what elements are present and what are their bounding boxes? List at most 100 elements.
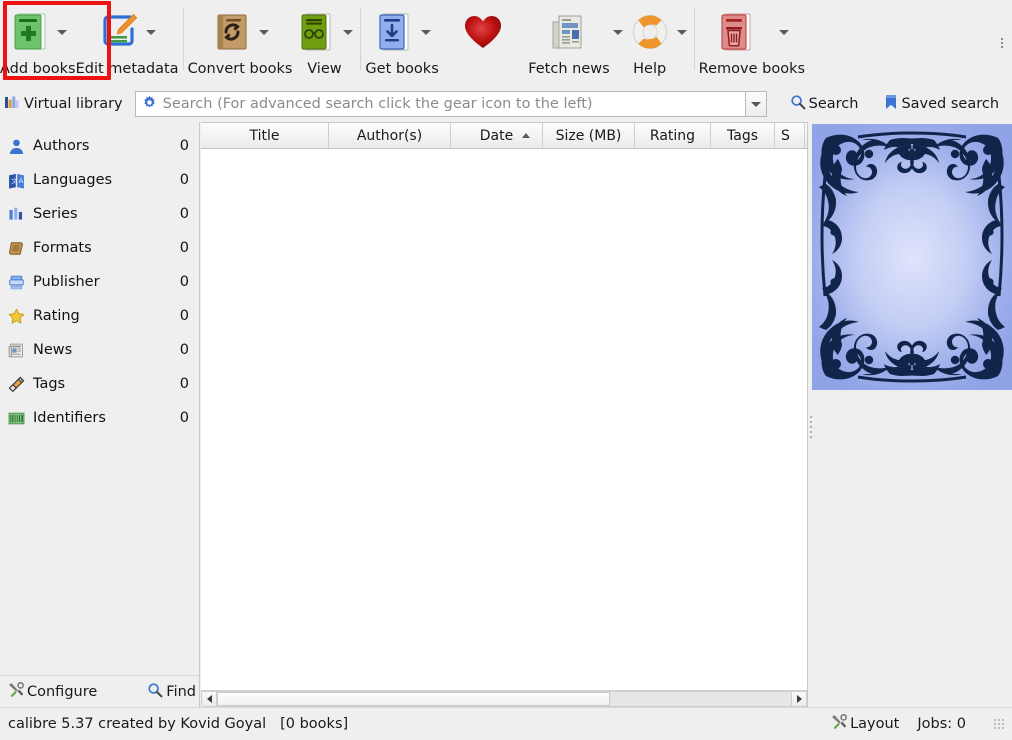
configure-label: Configure: [27, 683, 98, 700]
column-label-tags: Tags: [727, 127, 758, 144]
search-button[interactable]: Search: [783, 91, 866, 117]
remove-books-icon: [712, 8, 760, 56]
default-book-cover[interactable]: [812, 124, 1012, 390]
sidebar-item-authors[interactable]: Authors 0: [0, 129, 199, 163]
svg-text:文: 文: [11, 176, 18, 185]
sort-ascending-icon: [522, 133, 530, 138]
sidebar-count-publisher: 0: [179, 274, 189, 290]
view-menu-arrow[interactable]: [340, 4, 356, 60]
sidebar-count-formats: 0: [179, 240, 189, 256]
column-header-title[interactable]: Title: [201, 123, 329, 148]
toolbar-button-get-books[interactable]: Get books: [365, 0, 439, 86]
remove-books-menu-arrow[interactable]: [776, 4, 792, 60]
search-input[interactable]: Search (For advanced search click the ge…: [134, 91, 745, 117]
sidebar-item-languages[interactable]: 文 A Languages 0: [0, 163, 199, 197]
jobs-indicator[interactable]: Jobs: 0: [917, 716, 966, 732]
fetch-news-menu-arrow[interactable]: [610, 4, 626, 60]
column-label-title: Title: [249, 127, 280, 144]
book-details-cover-panel: [810, 122, 1012, 707]
column-header-date[interactable]: Date: [451, 123, 543, 148]
get-books-menu-arrow[interactable]: [418, 4, 434, 60]
help-menu-arrow[interactable]: [674, 4, 690, 60]
column-header-rating[interactable]: Rating: [635, 123, 711, 148]
column-header-tags[interactable]: Tags: [711, 123, 775, 148]
book-list-header: Title Author(s) Date Size (MB) Rating Ta…: [201, 123, 807, 149]
convert-books-menu-arrow[interactable]: [256, 4, 272, 60]
sidebar-label-tags: Tags: [33, 376, 66, 392]
version-text: calibre 5.37 created by Kovid Goyal: [8, 716, 267, 732]
toolbar-button-add-books[interactable]: Add books: [0, 0, 76, 86]
svg-text:A: A: [18, 177, 23, 185]
column-header-authors[interactable]: Author(s): [329, 123, 451, 148]
scroll-right-arrow[interactable]: [791, 691, 807, 707]
book-list-body[interactable]: [201, 149, 807, 689]
calibre-main-window: Add books Edit metadata Convert books Vi…: [0, 0, 1012, 740]
sidebar-item-series[interactable]: Series 0: [0, 197, 199, 231]
sidebar-count-rating: 0: [179, 308, 189, 324]
news-icon: [6, 340, 26, 360]
saved-search-button[interactable]: Saved search: [877, 91, 1006, 117]
toolbar-button-remove-books[interactable]: Remove books: [699, 0, 805, 86]
toolbar-separator-2: [360, 8, 362, 70]
search-placeholder-text: Search (For advanced search click the ge…: [162, 96, 593, 112]
sidebar-item-tags[interactable]: Tags 0: [0, 367, 199, 401]
column-label-series: S: [781, 127, 790, 144]
find-button[interactable]: Find: [141, 680, 202, 704]
magnifier-icon: [790, 94, 806, 114]
sidebar-item-news[interactable]: News 0: [0, 333, 199, 367]
search-button-label: Search: [808, 96, 859, 112]
toolbar-label-edit-metadata: Edit metadata: [75, 61, 179, 77]
rating-star-icon: [6, 306, 26, 326]
book-list[interactable]: Title Author(s) Date Size (MB) Rating Ta…: [201, 122, 808, 707]
virtual-library-button[interactable]: Virtual library: [0, 91, 129, 117]
convert-books-icon: [208, 8, 256, 56]
toolbar-label-get-books: Get books: [365, 61, 439, 77]
add-books-icon: [6, 8, 54, 56]
sidebar-label-series: Series: [33, 206, 78, 222]
sidebar-item-rating[interactable]: Rating 0: [0, 299, 199, 333]
layout-button[interactable]: Layout: [831, 714, 899, 734]
toolbar-button-help[interactable]: Help: [610, 0, 690, 86]
find-label: Find: [166, 683, 196, 700]
toolbar-button-edit-metadata[interactable]: Edit metadata: [76, 0, 179, 86]
tools-icon: [8, 681, 24, 702]
column-header-series[interactable]: S: [775, 123, 805, 148]
panel-splitter-handle[interactable]: [808, 414, 814, 440]
toolbar-label-view: View: [307, 61, 342, 77]
gear-icon[interactable]: [142, 95, 157, 114]
publisher-icon: [6, 272, 26, 292]
toolbar-overflow-button[interactable]: [992, 0, 1012, 86]
column-label-size: Size (MB): [555, 127, 622, 144]
tag-browser-list[interactable]: Authors 0 文 A Languages 0 Series 0 Forma…: [0, 122, 199, 674]
tools-icon: [831, 714, 848, 734]
book-list-horizontal-scrollbar[interactable]: [201, 690, 807, 707]
search-history-dropdown[interactable]: [744, 91, 767, 117]
sidebar-count-authors: 0: [179, 138, 189, 154]
status-bar: calibre 5.37 created by Kovid Goyal [0 b…: [0, 707, 1012, 740]
edit-metadata-icon: [95, 8, 143, 56]
sidebar-item-formats[interactable]: Formats 0: [0, 231, 199, 265]
virtual-library-icon: [4, 94, 20, 114]
sidebar-item-identifiers[interactable]: Identifiers 0: [0, 401, 199, 435]
toolbar-button-donate[interactable]: Fetch news: [439, 0, 528, 86]
resize-grip-icon[interactable]: [994, 719, 1004, 729]
add-books-menu-arrow[interactable]: [54, 4, 70, 60]
toolbar-button-fetch-news[interactable]: Fetch news: [528, 0, 610, 86]
hscroll-track[interactable]: [217, 691, 791, 707]
sidebar-count-identifiers: 0: [179, 410, 189, 426]
toolbar-button-view[interactable]: View: [292, 0, 356, 86]
magnifier-icon: [147, 682, 163, 702]
fetch-news-icon: [545, 8, 593, 56]
sidebar-item-publisher[interactable]: Publisher 0: [0, 265, 199, 299]
hscroll-thumb[interactable]: [217, 692, 611, 706]
configure-button[interactable]: Configure: [2, 680, 103, 704]
scroll-left-arrow[interactable]: [201, 691, 217, 707]
toolbar-separator-1: [182, 8, 184, 70]
column-label-date: Date: [479, 127, 514, 144]
search-box[interactable]: Search (For advanced search click the ge…: [134, 91, 767, 117]
edit-metadata-menu-arrow[interactable]: [143, 4, 159, 60]
toolbar-button-convert-books[interactable]: Convert books: [188, 0, 292, 86]
column-header-size[interactable]: Size (MB): [543, 123, 635, 148]
bookmark-icon: [884, 94, 898, 114]
tags-icon: [6, 374, 26, 394]
